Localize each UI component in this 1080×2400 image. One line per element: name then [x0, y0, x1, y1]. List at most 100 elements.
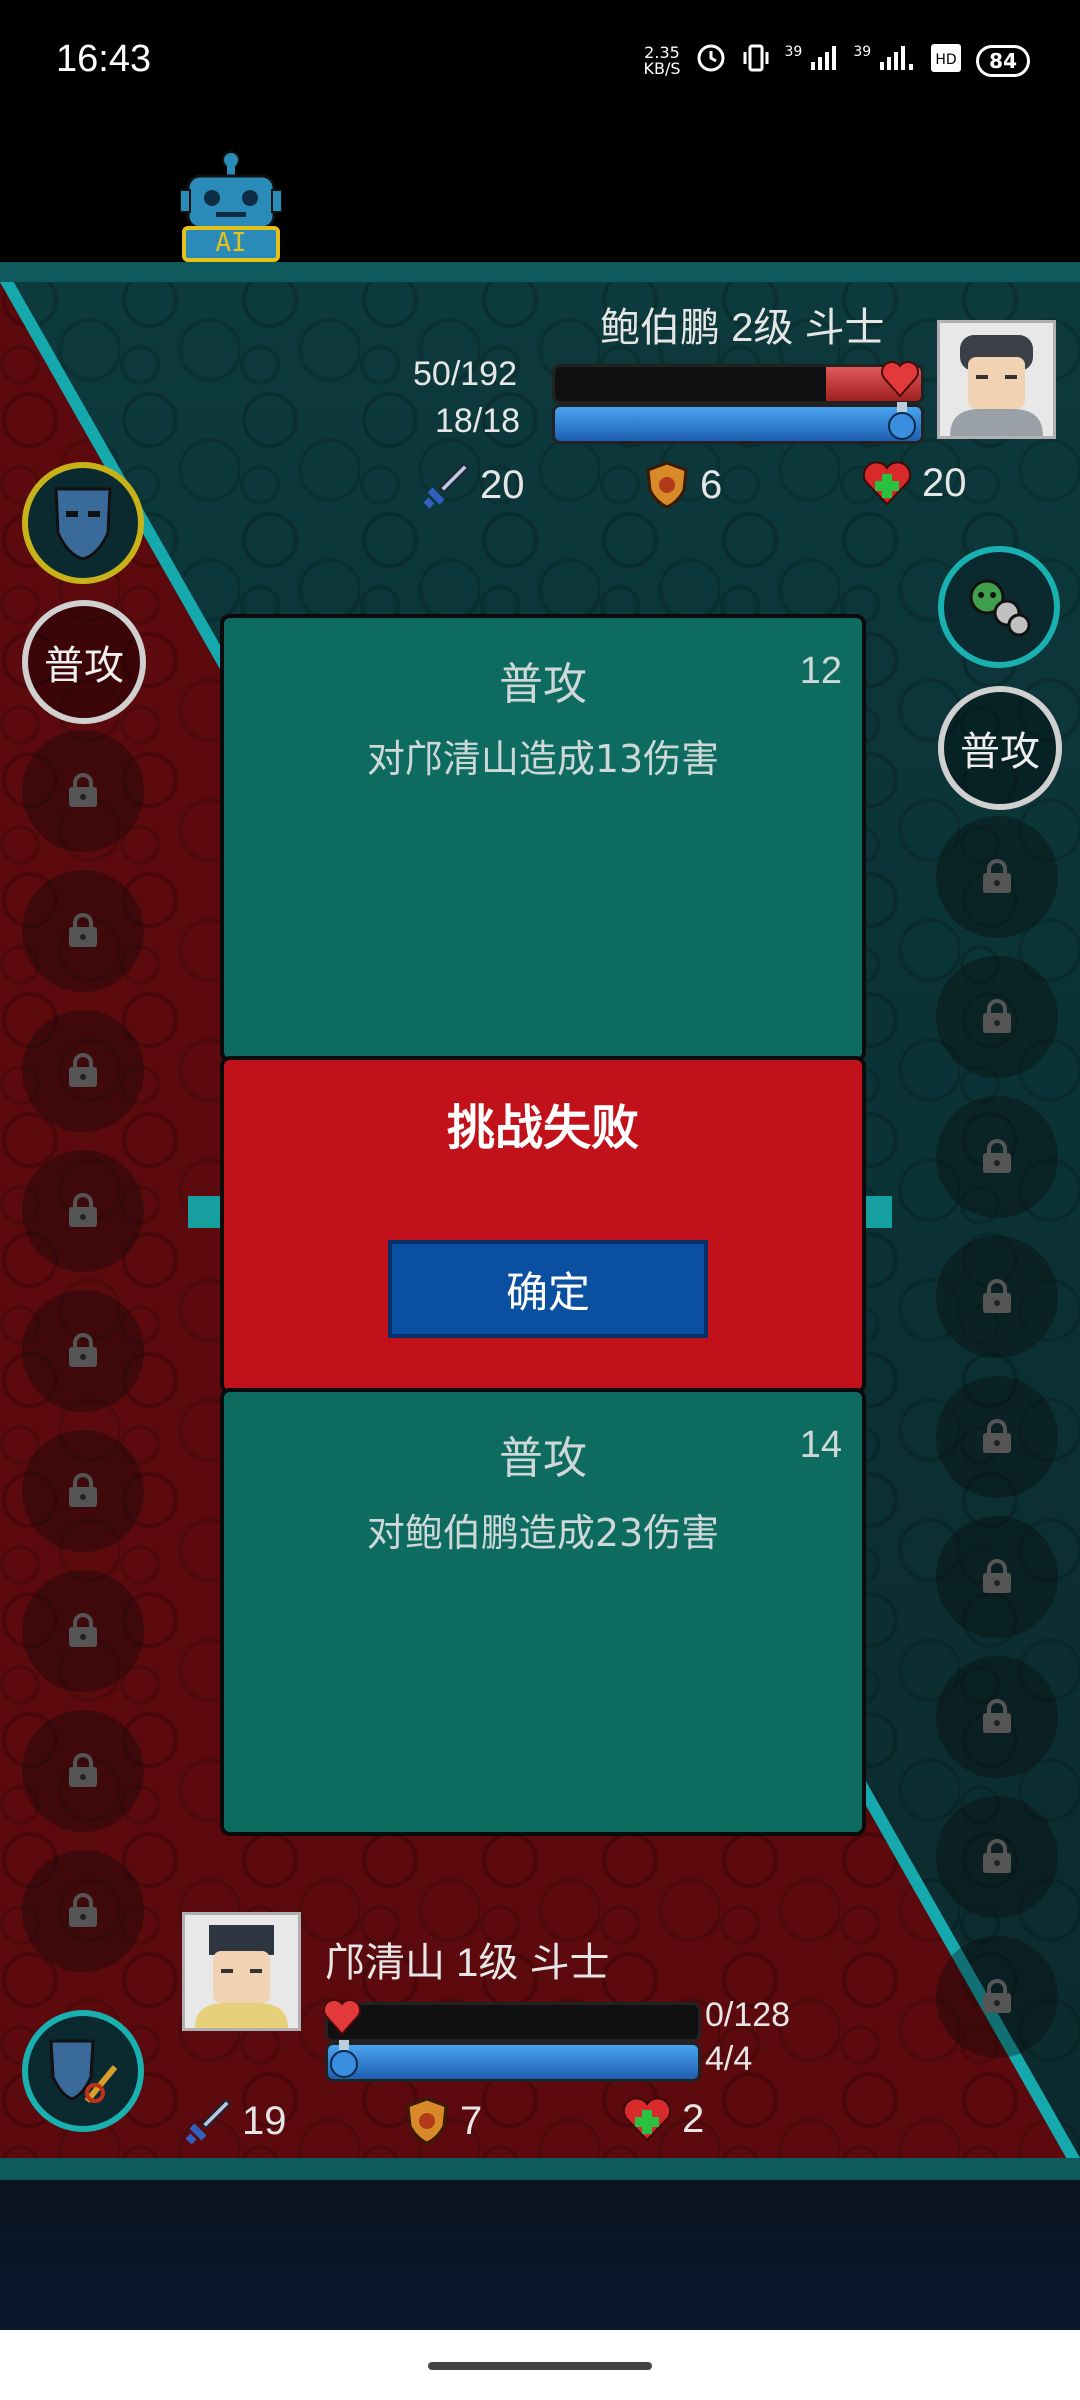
lock-icon	[69, 1613, 97, 1647]
player-locked-slot[interactable]	[22, 1570, 144, 1692]
enemy-defense-value: 6	[700, 462, 723, 507]
player-skill-label: 普攻	[44, 643, 124, 689]
player-name-level-class: 邝清山 1级 斗士	[325, 1941, 610, 1985]
enemy-mp-bar	[552, 404, 924, 444]
enemy-locked-slot[interactable]	[936, 1096, 1058, 1218]
enemy-locked-slot[interactable]	[936, 1376, 1058, 1498]
enemy-avatar-icon	[940, 323, 1053, 436]
enemy-attack-value: 20	[480, 462, 525, 507]
heart-icon	[322, 1998, 362, 2040]
ai-label: AI	[215, 228, 247, 258]
hd-icon: HD	[930, 43, 962, 79]
enemy-locked-slot[interactable]	[936, 816, 1058, 938]
enemy-name-level-class: 鲍伯鹏 2级 斗士	[600, 306, 885, 350]
player-locked-slot[interactable]	[22, 1290, 144, 1412]
enemy-heal-value: 20	[922, 460, 967, 505]
lock-icon	[983, 1979, 1011, 2013]
player-locked-slot[interactable]	[22, 1010, 144, 1132]
enemy-locked-slot[interactable]	[936, 956, 1058, 1078]
enemy-basic-attack-button[interactable]: 普攻	[938, 686, 1062, 810]
lock-icon	[983, 1279, 1011, 1313]
enemy-attack-stat: 20	[420, 460, 525, 510]
player-locked-slot[interactable]	[22, 1150, 144, 1272]
lock-icon	[983, 1699, 1011, 1733]
enemy-heal-stat: 20	[862, 460, 967, 506]
heal-heart-icon	[862, 461, 912, 506]
lock-icon	[69, 1753, 97, 1787]
player-mp-text: 4/4	[705, 2040, 753, 2078]
enemy-locked-slot[interactable]	[936, 1796, 1058, 1918]
mask-icon	[54, 487, 112, 561]
player-defense-stat: 7	[404, 2096, 482, 2146]
battery-icon: 84	[976, 45, 1030, 77]
lock-icon	[983, 859, 1011, 893]
lock-icon	[69, 1193, 97, 1227]
lock-icon	[69, 1333, 97, 1367]
log-damage-text: 对鲍伯鹏造成23伤害	[366, 1511, 720, 1555]
player-heal-value: 2	[682, 2096, 705, 2141]
clock: 16:43	[56, 38, 152, 80]
player-avatar-icon	[185, 1915, 298, 2028]
dialog-title: 挑战失败	[446, 1100, 639, 1156]
arena-top-border	[0, 262, 1080, 282]
lock-icon	[69, 1473, 97, 1507]
enemy-mp-text: 18/18	[435, 402, 521, 440]
enemy-hp-bar	[552, 364, 924, 404]
signal-icon: 39	[785, 44, 840, 78]
svg-text:HD: HD	[936, 52, 957, 68]
heal-heart-icon	[622, 2097, 672, 2142]
enemy-class-badge[interactable]	[938, 546, 1060, 668]
lock-icon	[69, 1893, 97, 1927]
lock-icon	[983, 1419, 1011, 1453]
enemy-locked-slot[interactable]	[936, 1236, 1058, 1358]
lock-icon	[69, 913, 97, 947]
potion-icon	[326, 2038, 362, 2082]
enemy-hp-text: 50/192	[413, 355, 517, 393]
player-attack-value: 19	[242, 2098, 287, 2143]
player-locked-slot[interactable]	[22, 1430, 144, 1552]
enemy-locked-slot[interactable]	[936, 1656, 1058, 1778]
log-skill-title: 普攻	[499, 1433, 587, 1484]
status-icons: 2.35 KB/S 39 39 HD 84	[643, 42, 1030, 80]
alarm-icon	[695, 42, 727, 80]
worm-icon	[969, 579, 1031, 637]
player-portrait[interactable]	[182, 1912, 301, 2031]
player-locked-slot[interactable]	[22, 870, 144, 992]
lock-icon	[983, 1559, 1011, 1593]
lock-icon	[983, 1139, 1011, 1173]
battle-log-card-enemy: 普攻 12 对邝清山造成13伤害	[220, 614, 866, 1062]
player-locked-slot[interactable]	[22, 730, 144, 852]
lock-icon	[983, 999, 1011, 1033]
player-class-badge[interactable]	[22, 462, 144, 584]
enemy-locked-slot[interactable]	[936, 1936, 1058, 2058]
player-heal-stat: 2	[622, 2096, 704, 2142]
player-equipment-badge[interactable]	[22, 2010, 144, 2132]
lock-icon	[69, 773, 97, 807]
player-hp-bar	[325, 2002, 701, 2042]
confirm-button[interactable]: 确定	[388, 1240, 708, 1338]
sword-icon	[185, 2098, 232, 2145]
player-hp-text: 0/128	[705, 1996, 791, 2034]
ai-auto-button[interactable]: AI	[179, 150, 283, 262]
home-gesture-handle[interactable]	[428, 2362, 652, 2370]
lock-icon	[69, 1053, 97, 1087]
enemy-portrait[interactable]	[937, 320, 1056, 439]
potion-icon	[884, 400, 920, 444]
player-basic-attack-button[interactable]: 普攻	[22, 600, 146, 724]
player-locked-slot[interactable]	[22, 1710, 144, 1832]
shield-icon	[646, 461, 688, 509]
player-mp-bar	[325, 2042, 701, 2082]
enemy-mp-fill	[555, 407, 921, 441]
log-round-number: 14	[799, 1424, 842, 1466]
battle-log-card-player: 普攻 14 对鲍伯鹏造成23伤害	[220, 1388, 866, 1836]
challenge-failed-dialog: 挑战失败 确定	[220, 1056, 866, 1394]
signal-icon: 39	[853, 44, 916, 78]
heart-icon	[880, 360, 920, 402]
player-locked-slot[interactable]	[22, 1850, 144, 1972]
net-speed: 2.35 KB/S	[643, 43, 681, 78]
shield-icon	[406, 2097, 448, 2145]
bottom-backdrop	[0, 2180, 1080, 2330]
enemy-locked-slot[interactable]	[936, 1516, 1058, 1638]
enemy-skill-label: 普攻	[960, 729, 1040, 775]
player-defense-value: 7	[460, 2098, 483, 2143]
